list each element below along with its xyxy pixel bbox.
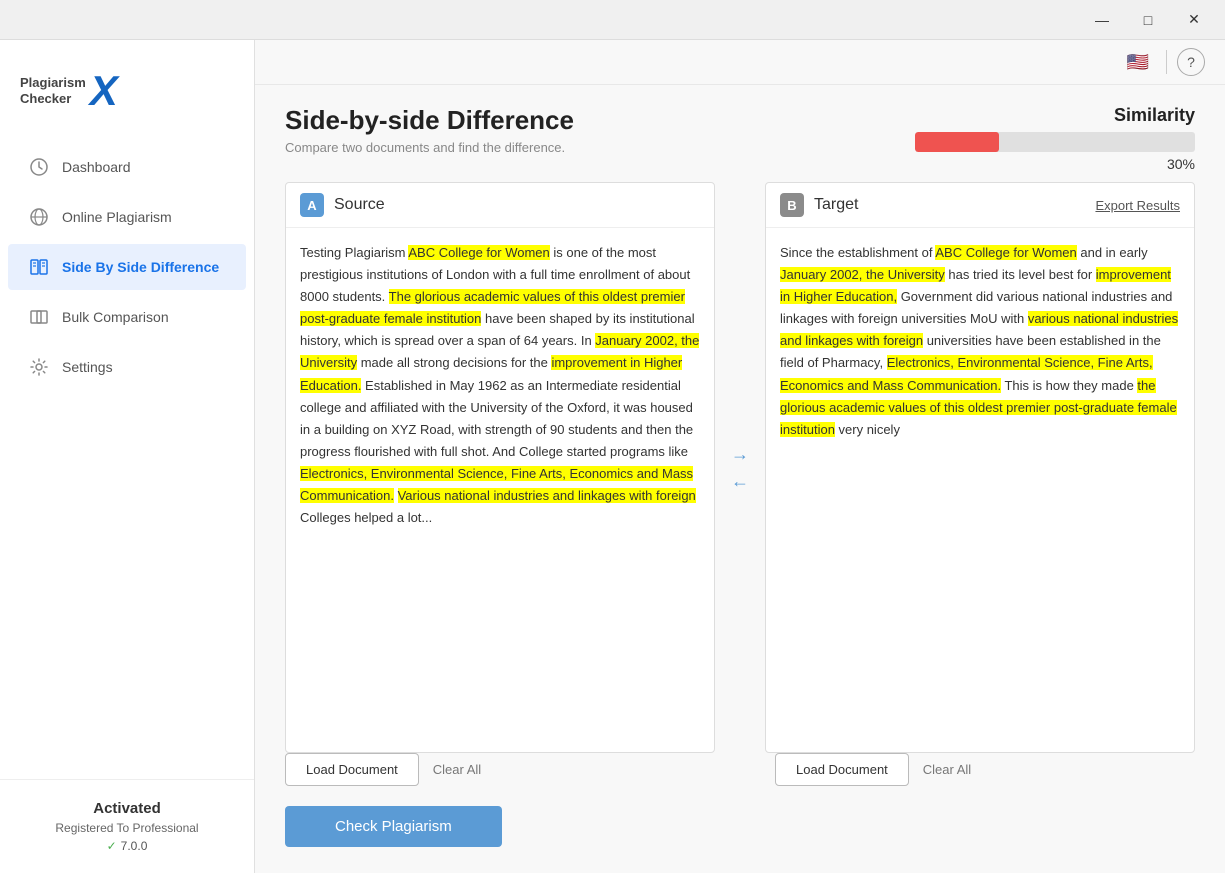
target-load-document-button[interactable]: Load Document xyxy=(775,753,909,786)
sidebar: Plagiarism Checker X Dashboard xyxy=(0,40,255,873)
source-text-part-11: Various national industries and linkages… xyxy=(398,488,696,503)
online-plagiarism-icon xyxy=(28,206,50,228)
version-number: 7.0.0 xyxy=(121,839,148,853)
source-text-part-6: made all strong decisions for the xyxy=(357,355,551,370)
target-clear-all-link[interactable]: Clear All xyxy=(923,762,971,777)
target-text-part-0: Since the establishment of xyxy=(780,245,935,260)
bulk-comparison-label: Bulk Comparison xyxy=(62,309,169,325)
arrows-col: → ← xyxy=(725,182,755,753)
side-by-side-icon xyxy=(28,256,50,278)
similarity-progress-bar xyxy=(915,132,1195,152)
source-actions: Load Document Clear All xyxy=(285,753,705,786)
target-text-part-1: ABC College for Women xyxy=(935,245,1076,260)
topbar-divider xyxy=(1166,50,1167,74)
settings-label: Settings xyxy=(62,359,113,375)
similarity-label: Similarity xyxy=(915,105,1195,126)
source-panel-header: A Source xyxy=(286,183,714,228)
activated-text: Activated xyxy=(20,800,234,817)
main-content: 🇺🇸 ? Side-by-side Difference Compare two… xyxy=(255,40,1225,873)
sidebar-item-online-plagiarism[interactable]: Online Plagiarism xyxy=(8,194,246,240)
source-text-part-0: Testing Plagiarism xyxy=(300,245,408,260)
target-text: Since the establishment of ABC College f… xyxy=(766,228,1194,752)
target-text-part-12: very nicely xyxy=(835,422,900,437)
side-by-side-label: Side By Side Difference xyxy=(62,259,219,275)
bottom-section: Check Plagiarism xyxy=(255,806,1225,873)
minimize-button[interactable]: — xyxy=(1079,4,1125,36)
sidebar-item-settings[interactable]: Settings xyxy=(8,344,246,390)
online-plagiarism-label: Online Plagiarism xyxy=(62,209,172,225)
title-bar: — □ ✕ xyxy=(0,0,1225,40)
sidebar-bottom: Activated Registered To Professional ✓ 7… xyxy=(0,779,254,873)
doc-panels: A Source Testing Plagiarism ABC College … xyxy=(285,182,1195,753)
check-plagiarism-button[interactable]: Check Plagiarism xyxy=(285,806,502,847)
target-text-part-2: and in early xyxy=(1077,245,1148,260)
page-header: Side-by-side Difference Compare two docu… xyxy=(255,85,1225,182)
logo-text: Plagiarism Checker xyxy=(20,75,86,106)
target-text-part-10: This is how they made xyxy=(1001,378,1137,393)
doc-area: A Source Testing Plagiarism ABC College … xyxy=(255,182,1225,806)
bulk-comparison-icon xyxy=(28,306,50,328)
registered-text: Registered To Professional xyxy=(20,821,234,835)
logo-line2: Checker xyxy=(20,91,86,107)
logo: Plagiarism Checker X xyxy=(0,50,254,142)
sidebar-item-dashboard[interactable]: Dashboard xyxy=(8,144,246,190)
logo-icon-wrap: Plagiarism Checker X xyxy=(20,70,118,112)
target-panel: B Target Export Results Since the establ… xyxy=(765,182,1195,753)
maximize-button[interactable]: □ xyxy=(1125,4,1171,36)
dashboard-label: Dashboard xyxy=(62,159,131,175)
app-body: Plagiarism Checker X Dashboard xyxy=(0,40,1225,873)
target-text-part-4: has tried its level best for xyxy=(945,267,1096,282)
doc-actions-row: Load Document Clear All Load Document Cl… xyxy=(285,753,1195,786)
logo-line1: Plagiarism xyxy=(20,75,86,91)
page-title: Side-by-side Difference xyxy=(285,105,574,136)
target-actions: Load Document Clear All xyxy=(775,753,1195,786)
similarity-box: Similarity 30% xyxy=(915,105,1195,172)
sidebar-item-side-by-side[interactable]: Side By Side Difference xyxy=(8,244,246,290)
page-subtitle: Compare two documents and find the diffe… xyxy=(285,140,574,155)
source-title: Source xyxy=(334,196,385,214)
arrow-left-button[interactable]: ← xyxy=(731,471,749,492)
source-load-document-button[interactable]: Load Document xyxy=(285,753,419,786)
source-text: Testing Plagiarism ABC College for Women… xyxy=(286,228,714,752)
target-text-part-3: January 2002, the University xyxy=(780,267,945,282)
help-button[interactable]: ? xyxy=(1177,48,1205,76)
export-results-button[interactable]: Export Results xyxy=(1095,198,1180,213)
similarity-progress-fill xyxy=(915,132,999,152)
source-panel: A Source Testing Plagiarism ABC College … xyxy=(285,182,715,753)
similarity-percentage: 30% xyxy=(915,156,1195,172)
sidebar-item-bulk-comparison[interactable]: Bulk Comparison xyxy=(8,294,246,340)
target-title: Target xyxy=(814,196,858,214)
source-label-badge: A xyxy=(300,193,324,217)
language-flag-button[interactable]: 🇺🇸 xyxy=(1120,48,1156,76)
dashboard-icon xyxy=(28,156,50,178)
target-panel-header: B Target Export Results xyxy=(766,183,1194,228)
arrow-right-button[interactable]: → xyxy=(731,444,749,465)
target-label-badge: B xyxy=(780,193,804,217)
check-icon: ✓ xyxy=(107,839,117,853)
top-bar: 🇺🇸 ? xyxy=(255,40,1225,85)
source-text-part-1: ABC College for Women xyxy=(408,245,549,260)
logo-x: X xyxy=(90,70,118,112)
source-text-part-12: Colleges helped a lot... xyxy=(300,510,432,525)
source-clear-all-link[interactable]: Clear All xyxy=(433,762,481,777)
settings-icon xyxy=(28,356,50,378)
close-button[interactable]: ✕ xyxy=(1171,4,1217,36)
version-text: ✓ 7.0.0 xyxy=(20,839,234,853)
header-left: Side-by-side Difference Compare two docu… xyxy=(285,105,574,155)
